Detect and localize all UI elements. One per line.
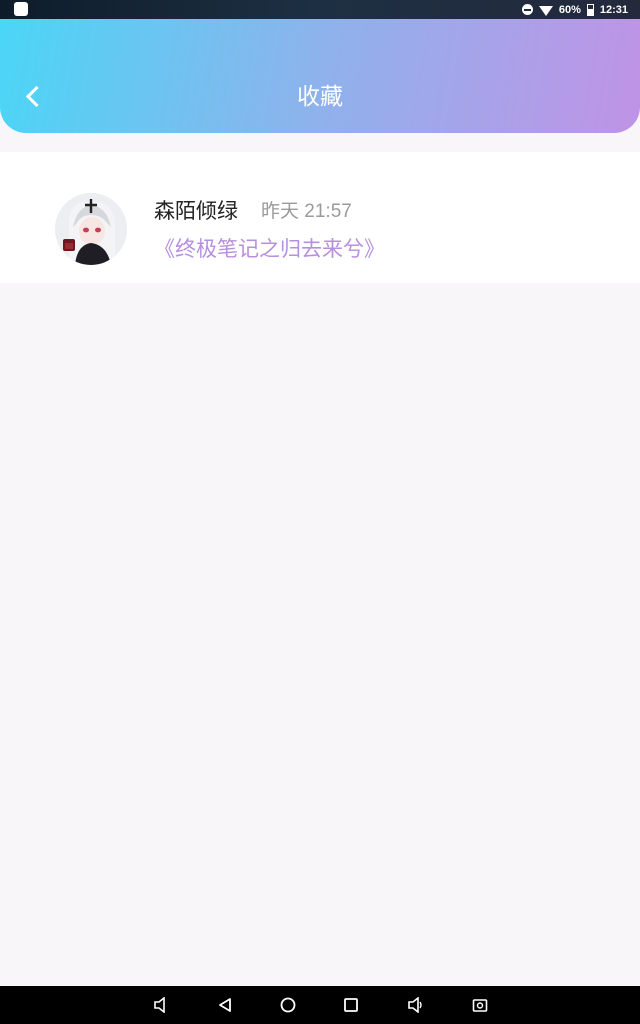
app-notification-icon [14, 2, 28, 16]
wifi-icon [538, 5, 553, 16]
home-circle-icon [280, 997, 296, 1013]
system-nav-bar [0, 986, 640, 1024]
favorites-list: 森陌倾绿 昨天 21:57 《终极笔记之归去来兮》 [0, 152, 640, 283]
volume-up-button[interactable] [396, 986, 436, 1024]
screenshot-icon [472, 999, 488, 1012]
recents-nav-button[interactable] [331, 986, 371, 1024]
recents-square-icon [344, 998, 358, 1012]
status-bar: 60% 12:31 [0, 0, 640, 19]
item-title-link[interactable]: 《终极笔记之归去来兮》 [154, 233, 385, 265]
volume-down-button[interactable] [141, 986, 181, 1024]
home-nav-button[interactable] [268, 986, 308, 1024]
list-item[interactable]: 森陌倾绿 昨天 21:57 《终极笔记之归去来兮》 [0, 152, 640, 283]
volume-down-icon [154, 997, 165, 1013]
back-nav-button[interactable] [205, 986, 245, 1024]
page-title: 收藏 [297, 84, 343, 110]
avatar[interactable] [55, 193, 127, 265]
battery-icon [586, 3, 594, 16]
battery-percent: 60% [558, 3, 581, 16]
back-triangle-icon [219, 998, 231, 1012]
volume-up-icon [408, 997, 422, 1013]
status-indicators: 60% 12:31 [521, 2, 628, 17]
item-timestamp: 昨天 21:57 [261, 201, 352, 222]
header: 收藏 [0, 19, 640, 133]
clock: 12:31 [599, 3, 628, 16]
anime-girl-avatar-icon [55, 193, 127, 265]
screenshot-button[interactable] [460, 986, 500, 1024]
item-author: 森陌倾绿 [154, 199, 238, 223]
dnd-icon [521, 4, 533, 15]
